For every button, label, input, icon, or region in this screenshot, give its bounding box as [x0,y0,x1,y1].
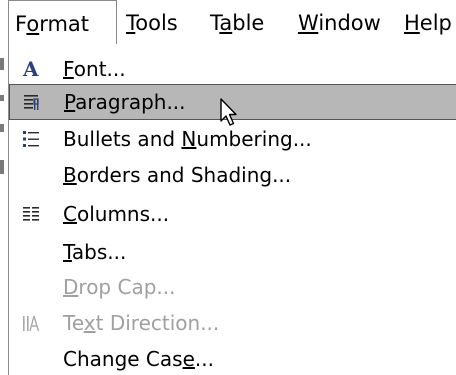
menu-format-mnemonic: o [26,12,40,36]
columns-icon [21,204,41,224]
menu-window-mnemonic: W [298,11,319,35]
menu-item-text-direction-label: Text Direction... [63,311,220,335]
menu-help-label: elp [419,11,452,35]
background-edge [0,58,4,70]
menu-window[interactable]: Window [298,0,381,44]
menu-item-columns[interactable]: Columns... [9,196,456,232]
paragraph-icon [22,93,42,113]
menu-item-font-label: Font... [63,57,126,81]
menu-item-borders-shading[interactable]: Borders and Shading... [9,157,456,193]
menu-table-label-rest: ble [232,11,265,35]
menu-help[interactable]: Help [404,0,452,44]
menu-help-mnemonic: H [404,11,420,35]
mouse-pointer-icon [219,97,241,129]
menu-table-label: T [210,11,220,35]
menu-tools-mnemonic: T [126,11,136,35]
background-edge [0,95,4,101]
background-edge [0,124,4,132]
background-edge [0,160,4,174]
menu-tools[interactable]: Tools [126,0,178,44]
menu-item-tabs-label: Tabs... [63,240,127,264]
text-direction-icon [21,313,41,333]
menu-item-columns-label: Columns... [63,202,170,226]
menu-window-label: indow [318,11,381,35]
menu-item-drop-cap-label: Drop Cap... [63,275,176,299]
menu-item-bullets-numbering-label: Bullets and Numbering... [63,127,312,151]
format-menu: A Font... Paragraph... Bullets and Numbe… [8,43,456,375]
menu-item-borders-shading-label: Borders and Shading... [63,163,292,187]
menu-table[interactable]: Table [210,0,264,44]
menu-item-change-case[interactable]: Change Case... [9,341,456,375]
menu-format[interactable]: Format [8,0,117,44]
menu-format-label: F [15,12,27,36]
menu-item-font[interactable]: A Font... [9,51,456,87]
menu-bar: Format Tools Table Window Help [0,0,456,44]
menu-item-tabs[interactable]: Tabs... [9,234,456,270]
menu-tools-label: ools [135,11,178,35]
menu-table-mnemonic: a [219,11,233,35]
font-icon: A [23,57,39,81]
menu-item-change-case-label: Change Case... [63,347,214,371]
menu-item-text-direction: Text Direction... [9,305,456,341]
menu-item-drop-cap: Drop Cap... [9,269,456,305]
menu-format-label-rest: rmat [39,12,90,36]
bullets-icon [21,129,41,149]
menu-item-paragraph-label: Paragraph... [64,90,186,114]
